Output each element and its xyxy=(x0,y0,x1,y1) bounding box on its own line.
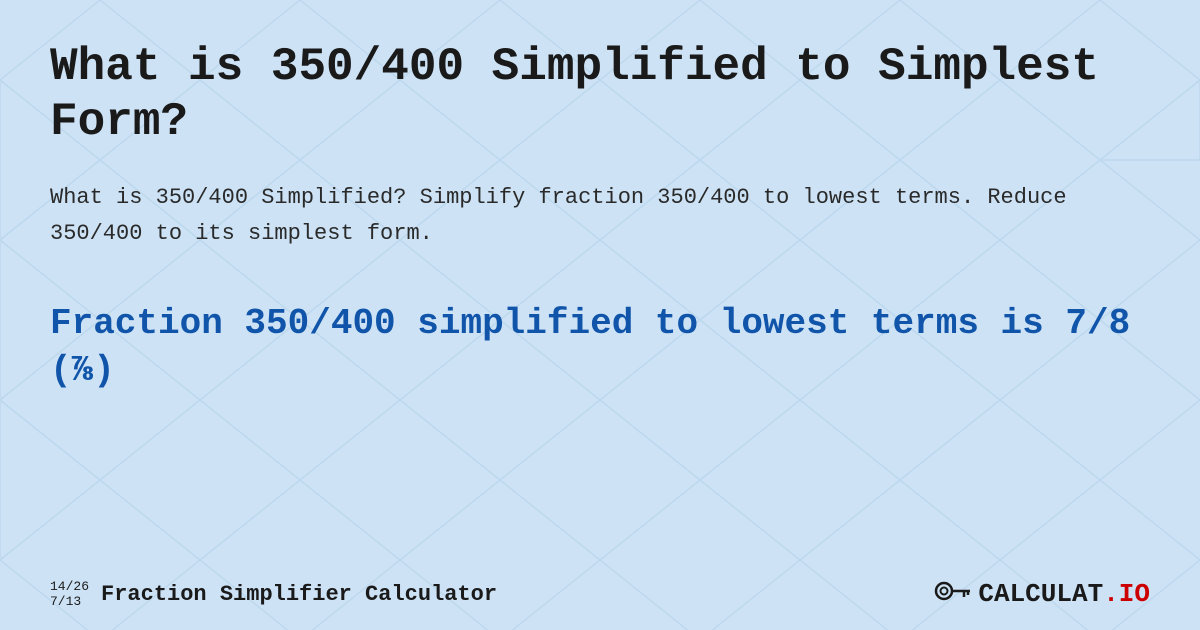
logo-area: CALCULAT.IO xyxy=(934,579,1150,609)
fraction-top: 14/26 xyxy=(50,579,89,595)
logo-text: CALCULAT.IO xyxy=(978,579,1150,609)
fraction-bottom: 7/13 xyxy=(50,594,89,610)
footer: 14/26 7/13 Fraction Simplifier Calculato… xyxy=(50,579,1150,610)
fraction-stack: 14/26 7/13 xyxy=(50,579,89,610)
brand-label: Fraction Simplifier Calculator xyxy=(101,582,497,607)
page-title: What is 350/400 Simplified to Simplest F… xyxy=(50,40,1150,150)
description-text: What is 350/400 Simplified? Simplify fra… xyxy=(50,180,1150,250)
result-text: Fraction 350/400 simplified to lowest te… xyxy=(50,301,1150,395)
footer-left: 14/26 7/13 Fraction Simplifier Calculato… xyxy=(50,579,497,610)
key-icon xyxy=(934,579,970,609)
